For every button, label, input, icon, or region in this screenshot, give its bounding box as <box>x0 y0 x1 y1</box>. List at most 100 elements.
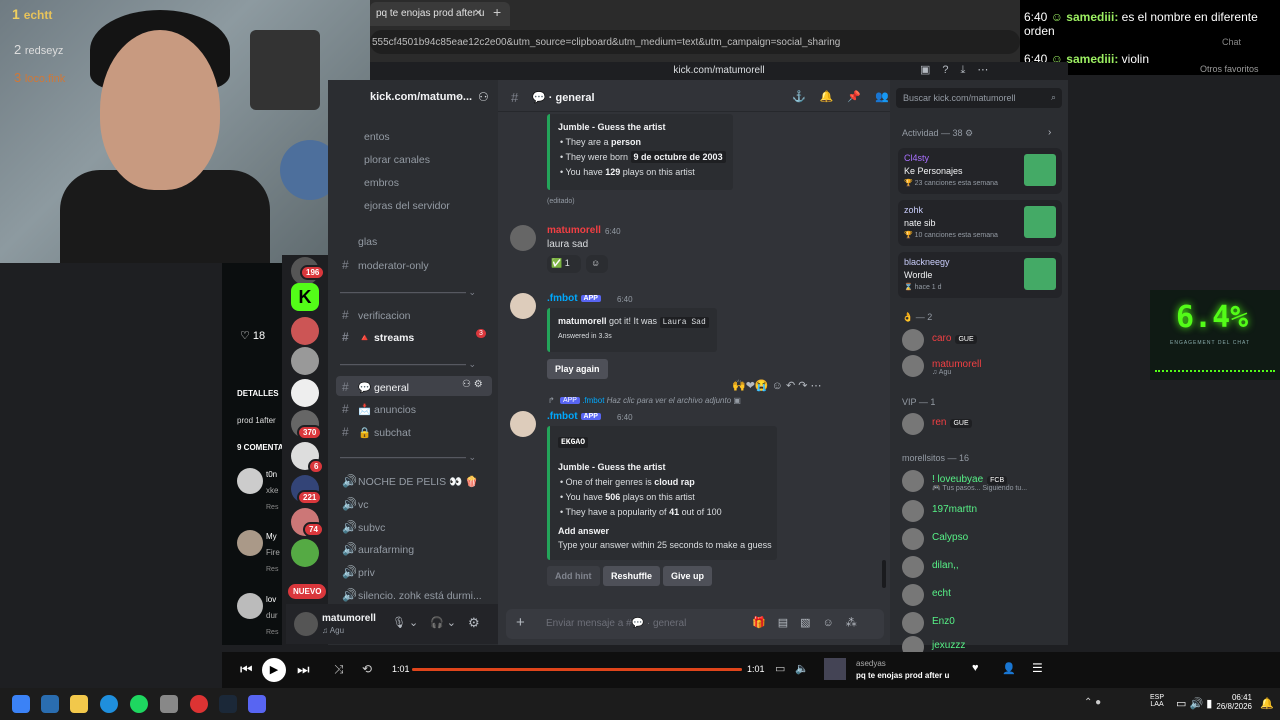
taskview-icon[interactable] <box>41 695 59 713</box>
channel-item[interactable]: glas <box>336 232 492 252</box>
channel-item[interactable]: # 📩 anuncios <box>336 398 492 418</box>
tab-close-icon[interactable]: ✕ <box>474 8 482 19</box>
server-icon[interactable] <box>291 347 319 375</box>
new-tab-button[interactable]: + <box>493 4 501 20</box>
category-divider[interactable]: —————————————— ⌄ <box>340 359 476 370</box>
artist-icon[interactable]: 👤 <box>1002 662 1016 675</box>
address-bar[interactable]: 555cf4501b94c85eae12c2e00&utm_source=cli… <box>370 30 1020 54</box>
member-row[interactable]: matumorell ♫ Agu <box>900 353 1062 379</box>
steam-icon[interactable] <box>219 695 237 713</box>
title-bar-icons[interactable]: ▣?⤓⋯ <box>920 63 1000 77</box>
member-row[interactable]: caro GUE <box>900 327 1062 353</box>
settings-gear-icon[interactable]: ⚙ <box>468 615 480 631</box>
windows-start-icon[interactable] <box>12 695 30 713</box>
member-row[interactable]: 197marttn <box>900 498 1062 524</box>
invite-icon[interactable]: ⚇ <box>478 90 489 104</box>
channel-item[interactable]: # 🔒 subchat <box>336 421 492 441</box>
reply-link[interactable]: Res <box>266 504 278 511</box>
kick-server-icon[interactable]: K <box>291 283 319 311</box>
channel-item[interactable]: # moderator-only <box>336 254 492 274</box>
likes-count[interactable]: ♡ 18 <box>240 329 265 342</box>
reshuffle-button[interactable]: Reshuffle <box>603 566 661 586</box>
channel-item[interactable]: 🔊subvc <box>336 516 492 536</box>
give-up-button[interactable]: Give up <box>663 566 713 586</box>
app-icon[interactable] <box>160 695 178 713</box>
mic-icon[interactable]: 🎙 ⌄ <box>392 616 418 629</box>
reply-link[interactable]: Res <box>266 629 278 636</box>
channel-item[interactable]: 🔊NOCHE DE PELIS 👀 🍿 <box>336 470 492 490</box>
chevron-down-icon[interactable]: ⌄ <box>454 90 462 101</box>
category-divider[interactable]: —————————————— ⌄ <box>340 287 476 298</box>
search-input[interactable]: Buscar kick.com/matumorell ⌕ <box>896 88 1062 108</box>
activity-card[interactable]: Cl4sty Ke Personajes 🏆 23 canciones esta s… <box>898 148 1062 194</box>
add-hint-button[interactable]: Add hint <box>547 566 600 586</box>
reply-preview[interactable]: ↱ APP .fmbot Haz clic para ver el archiv… <box>548 396 741 405</box>
spotify-icon[interactable] <box>130 695 148 713</box>
pepe-server-icon[interactable] <box>291 539 319 567</box>
channel-item[interactable]: 🔊silencio. zohk está durmi... <box>336 584 492 604</box>
cast-icon[interactable]: ▭ <box>775 662 785 675</box>
edge-icon[interactable] <box>100 695 118 713</box>
system-tray-icons[interactable]: ▭ 🔊 ▮ <box>1176 697 1212 710</box>
progress-track[interactable] <box>412 668 742 671</box>
member-row[interactable]: Enz0 <box>900 610 1062 636</box>
channel-item[interactable]: # 🔺 streams <box>336 326 492 346</box>
composer-icons[interactable]: 🎁▤▧☺⁂ <box>752 616 869 629</box>
channel-item[interactable]: 🔊vc <box>336 493 492 513</box>
queue-icon[interactable]: ☰ <box>1032 661 1043 675</box>
server-icon[interactable] <box>291 379 319 407</box>
play-again-button[interactable]: Play again <box>547 359 608 379</box>
message-author[interactable]: matumorell <box>547 225 601 236</box>
message-author[interactable]: .fmbot APP <box>547 411 601 422</box>
chevron-right-icon[interactable]: › <box>1048 127 1051 138</box>
category-divider[interactable]: —————————————— ⌄ <box>340 452 476 463</box>
reply-link[interactable]: Res <box>266 566 278 573</box>
browser-tab[interactable]: pq te enojas prod after u <box>370 2 510 26</box>
prev-icon[interactable]: ⏮ <box>240 661 253 678</box>
clock[interactable]: 06:41 26/8/2026 <box>1216 693 1252 711</box>
like-icon[interactable]: ♥ <box>972 662 979 674</box>
menu-item[interactable]: embros <box>358 173 514 193</box>
menu-item[interactable]: plorar canales <box>358 150 514 170</box>
message-input[interactable]: Enviar mensaje a #💬 · general <box>546 618 686 629</box>
repeat-icon[interactable]: ⟲ <box>362 662 372 676</box>
avatar[interactable] <box>510 225 536 251</box>
attach-plus-icon[interactable]: + <box>516 614 525 631</box>
bookmarks-other[interactable]: Otros favoritos <box>1200 64 1259 74</box>
activity-card[interactable]: blackneegy Wordle ⌛ hace 1 d <box>898 252 1062 298</box>
shuffle-icon[interactable]: ⤨ <box>334 662 344 677</box>
language-indicator[interactable]: ESP LAA <box>1150 694 1164 708</box>
chat-scrollbar[interactable] <box>882 560 886 588</box>
channel-item[interactable]: # verificacion <box>336 304 492 324</box>
activity-card[interactable]: zohk nate sib 🏆 10 canciones esta semana <box>898 200 1062 246</box>
message-hover-toolbar[interactable]: 🙌❤😭 ☺ ↶ ↷ ⋯ <box>728 377 868 397</box>
member-row[interactable]: ! loveubyae FCB 🎮 Tus pasos... Siguiendo t… <box>900 468 1062 494</box>
message-author[interactable]: .fmbot APP <box>547 293 601 304</box>
menu-item[interactable]: entos <box>358 127 514 147</box>
member-row[interactable]: ren GUE <box>900 411 1062 437</box>
play-button[interactable]: ▶ <box>262 658 286 682</box>
next-icon[interactable]: ⏭ <box>297 661 310 678</box>
avatar[interactable] <box>510 411 536 437</box>
server-icon[interactable] <box>291 317 319 345</box>
nuevo-badge[interactable]: NUEVO <box>288 584 327 599</box>
avatar[interactable] <box>510 293 536 319</box>
volume-icon[interactable]: 🔈 <box>795 662 809 675</box>
headphones-icon[interactable]: 🎧 ⌄ <box>430 616 456 629</box>
file-explorer-icon[interactable] <box>70 695 88 713</box>
header-action-icons[interactable]: ⚓🔔📌👥 <box>792 90 903 103</box>
menu-item[interactable]: ejoras del servidor <box>358 196 514 216</box>
discord-icon[interactable] <box>248 695 266 713</box>
channel-settings-icon[interactable]: ⚇ ⚙ <box>462 379 483 390</box>
member-row[interactable]: Calypso <box>900 526 1062 552</box>
member-row[interactable]: echt <box>900 582 1062 608</box>
notification-icon[interactable]: 🔔 <box>1260 697 1274 710</box>
app-icon[interactable] <box>190 695 208 713</box>
tray-icons[interactable]: ⌃ ● <box>1084 697 1101 708</box>
channel-item[interactable]: 🔊aurafarming <box>336 538 492 558</box>
avatar[interactable] <box>294 612 318 636</box>
channel-item[interactable]: 🔊priv <box>336 561 492 581</box>
member-row[interactable]: dilan,, <box>900 554 1062 580</box>
add-reaction-icon[interactable]: ☺ <box>586 255 608 273</box>
reaction-check[interactable]: ✅ 1 <box>547 255 581 273</box>
